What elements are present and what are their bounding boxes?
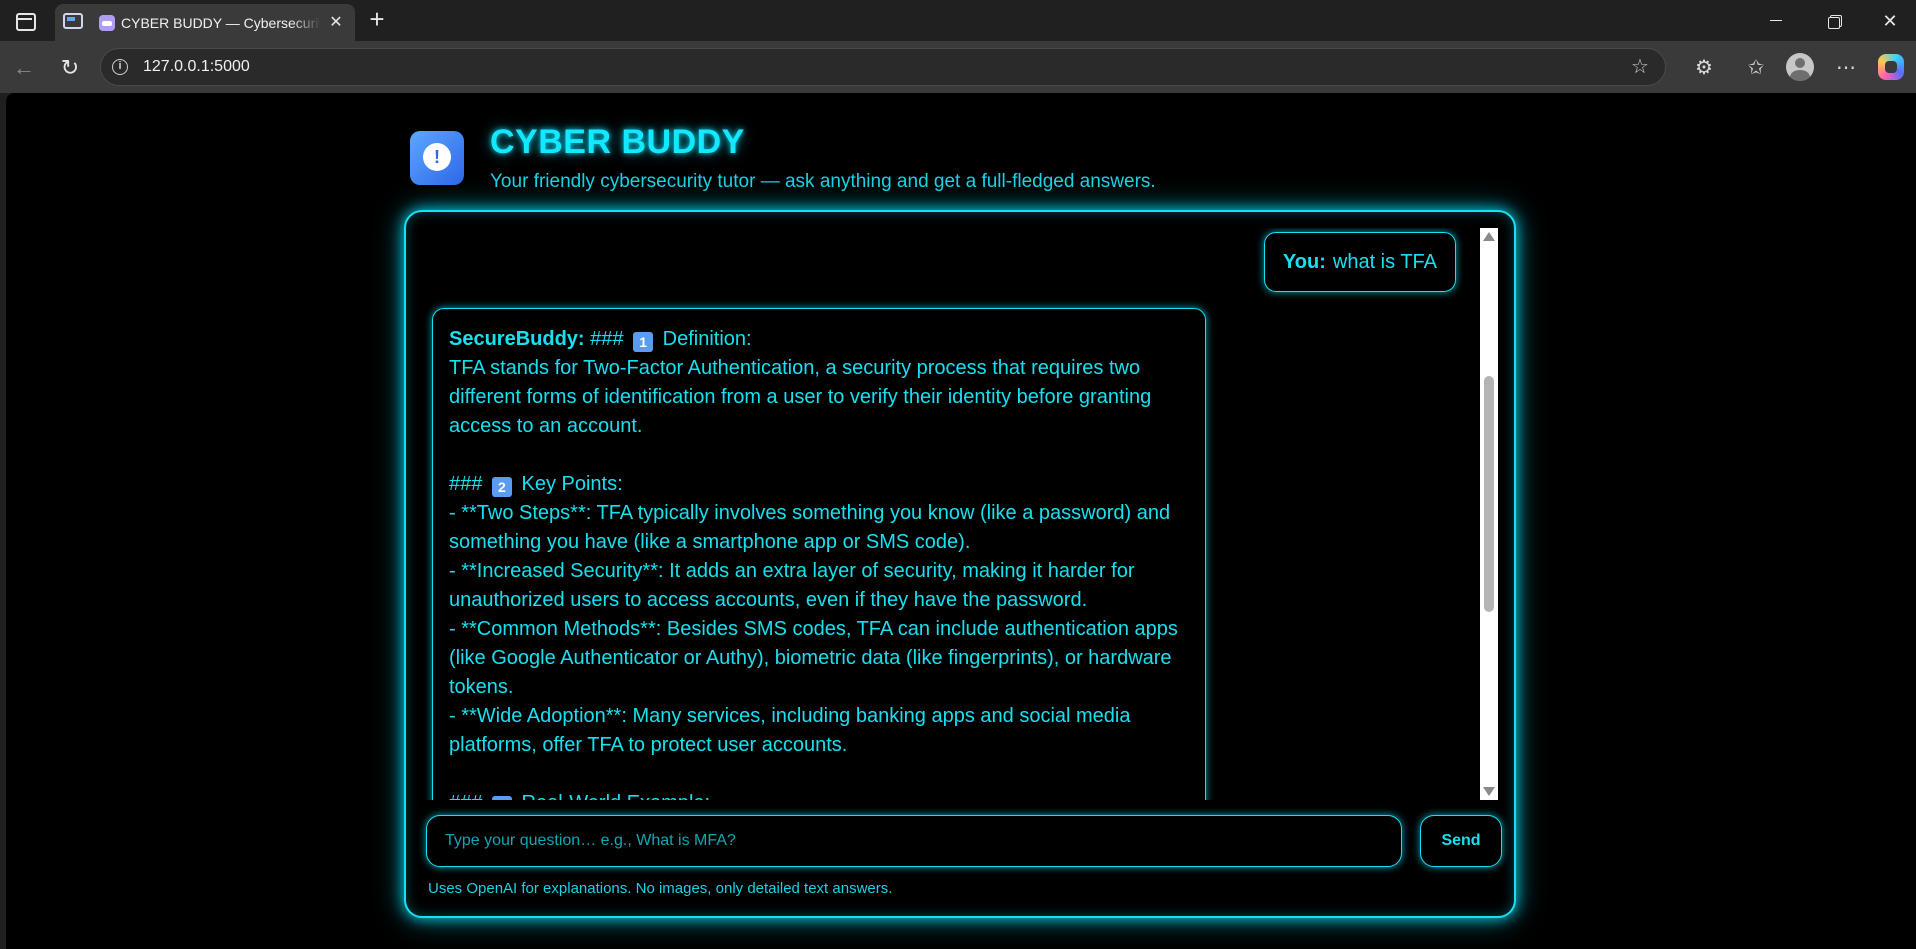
keycap-3-icon: 3 <box>491 796 512 800</box>
star-list-icon[interactable]: ✩ <box>1742 54 1770 82</box>
address-bar[interactable]: i 127.0.0.1:5000 ☆ <box>100 48 1666 86</box>
send-button[interactable]: Send <box>1420 815 1502 867</box>
message-list[interactable]: You: what is TFA SecureBuddy: ### 1 Defi… <box>420 228 1468 800</box>
site-info-icon[interactable]: i <box>112 59 128 75</box>
question-input[interactable] <box>426 815 1402 867</box>
user-sender-label: You: <box>1282 250 1326 273</box>
copilot-icon[interactable] <box>1878 54 1904 80</box>
key-point: - **Increased Security**: It adds an ext… <box>449 560 1135 611</box>
tab-actions-icon[interactable] <box>12 9 36 33</box>
favicon-icon <box>99 15 115 31</box>
message-scrollbar[interactable] <box>1480 228 1498 800</box>
info-bubble-icon <box>410 131 464 185</box>
heading-prefix: ### <box>449 473 483 495</box>
tab-close-icon[interactable]: ✕ <box>325 12 347 34</box>
chat-panel: You: what is TFA SecureBuddy: ### 1 Defi… <box>404 210 1516 918</box>
browser-tab-active[interactable]: CYBER BUDDY — Cybersecurity Tutor ✕ <box>55 4 355 41</box>
key-point: - **Common Methods**: Besides SMS codes,… <box>449 618 1178 698</box>
scroll-down-arrow-icon[interactable] <box>1483 787 1495 796</box>
restore-button[interactable] <box>1822 9 1846 33</box>
window-close-button[interactable]: ✕ <box>1878 9 1902 33</box>
puzzle-icon[interactable]: ⚙ <box>1690 54 1718 82</box>
page-title: CYBER BUDDY <box>490 123 745 161</box>
heading-real-world-example: Real-World Example: <box>522 792 711 800</box>
more-icon[interactable]: ⋯ <box>1832 54 1860 82</box>
key-point: - **Two Steps**: TFA typically involves … <box>449 502 1171 553</box>
key-point: - **Wide Adoption**: Many services, incl… <box>449 705 1131 756</box>
heading-key-points: Key Points: <box>521 473 623 495</box>
scroll-thumb[interactable] <box>1484 376 1494 612</box>
user-message: You: what is TFA <box>1263 232 1456 292</box>
back-arrow-icon[interactable]: ← <box>10 54 38 82</box>
minimize-button[interactable] <box>1764 9 1788 33</box>
heading-prefix: ### <box>449 792 482 800</box>
footnote: Uses OpenAI for explanations. No images,… <box>428 880 893 897</box>
page-viewport: CYBER BUDDY Your friendly cybersecurity … <box>6 93 1916 949</box>
profile-avatar[interactable] <box>1786 53 1814 81</box>
page-subtitle: Your friendly cybersecurity tutor — ask … <box>490 171 1156 192</box>
heading-definition: Definition: <box>662 328 752 350</box>
bot-sender-label: SecureBuddy: <box>449 328 585 350</box>
reload-icon[interactable]: ↻ <box>56 54 84 82</box>
heading-prefix: ### <box>590 328 624 350</box>
star-icon[interactable]: ☆ <box>1627 54 1653 80</box>
bot-message: SecureBuddy: ### 1 Definition: TFA stand… <box>432 308 1206 800</box>
tab-group-icon[interactable] <box>63 13 83 29</box>
user-message-text: what is TFA <box>1332 250 1437 273</box>
scroll-up-arrow-icon[interactable] <box>1483 232 1495 241</box>
definition-text: TFA stands for Two-Factor Authentication… <box>449 357 1152 437</box>
keycap-1-icon: 1 <box>633 332 654 352</box>
tab-title: CYBER BUDDY — Cybersecurity Tutor <box>121 15 321 31</box>
browser-toolbar: ← ↻ i 127.0.0.1:5000 ☆ ⚙ ✩ ⋯ <box>0 41 1916 93</box>
url-text[interactable]: 127.0.0.1:5000 <box>143 58 250 76</box>
browser-tabbar: CYBER BUDDY — Cybersecurity Tutor ✕ + ✕ <box>0 0 1916 41</box>
keycap-2-icon: 2 <box>491 477 512 497</box>
new-tab-button[interactable]: + <box>364 6 390 32</box>
